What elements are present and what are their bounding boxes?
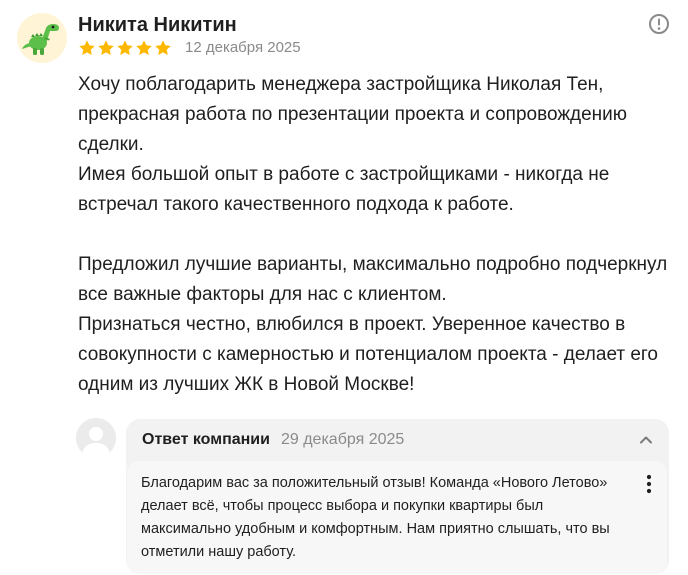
review-date: 12 декабря 2025 <box>185 39 301 56</box>
author-avatar[interactable] <box>17 13 67 63</box>
review-paragraph: Хочу поблагодарить менеджера застройщика… <box>78 74 628 155</box>
rating-row: 12 декабря 2025 <box>78 38 301 58</box>
author-name[interactable]: Никита Никитин <box>78 13 237 37</box>
review-text: Хочу поблагодарить менеджера застройщика… <box>78 70 673 400</box>
reply-menu-button[interactable] <box>643 474 655 496</box>
company-reply-body: Благодарим вас за положительный отзыв! К… <box>127 461 667 574</box>
review-paragraph: Имея большой опыт в работе с застройщика… <box>78 164 610 215</box>
chevron-up-icon <box>640 436 652 444</box>
exclamation-circle-icon <box>649 14 669 34</box>
company-reply-text: Благодарим вас за положительный отзыв! К… <box>141 475 610 560</box>
review-paragraph: Предложил лучшие варианты, максимально п… <box>78 254 668 305</box>
review-paragraph: Признаться честно, влюбился в проект. Ув… <box>78 314 659 395</box>
star-icon <box>79 40 95 56</box>
report-button[interactable] <box>648 13 670 35</box>
star-icon <box>136 40 152 56</box>
rating-stars <box>78 39 172 57</box>
company-reply-title: Ответ компании <box>142 431 270 448</box>
company-avatar <box>76 418 116 458</box>
star-icon <box>98 40 114 56</box>
more-vertical-icon <box>646 474 652 494</box>
company-reply-date: 29 декабря 2025 <box>280 431 405 448</box>
star-icon <box>155 40 171 56</box>
dinosaur-icon <box>17 13 67 63</box>
company-reply-header[interactable]: Ответ компании 29 декабря 2025 <box>142 429 404 451</box>
user-placeholder-icon <box>76 418 116 458</box>
star-icon <box>117 40 133 56</box>
collapse-reply-button[interactable] <box>635 429 657 451</box>
review-card: Никита Никитин 12 декабря 2025 Хочу побл… <box>0 0 688 575</box>
